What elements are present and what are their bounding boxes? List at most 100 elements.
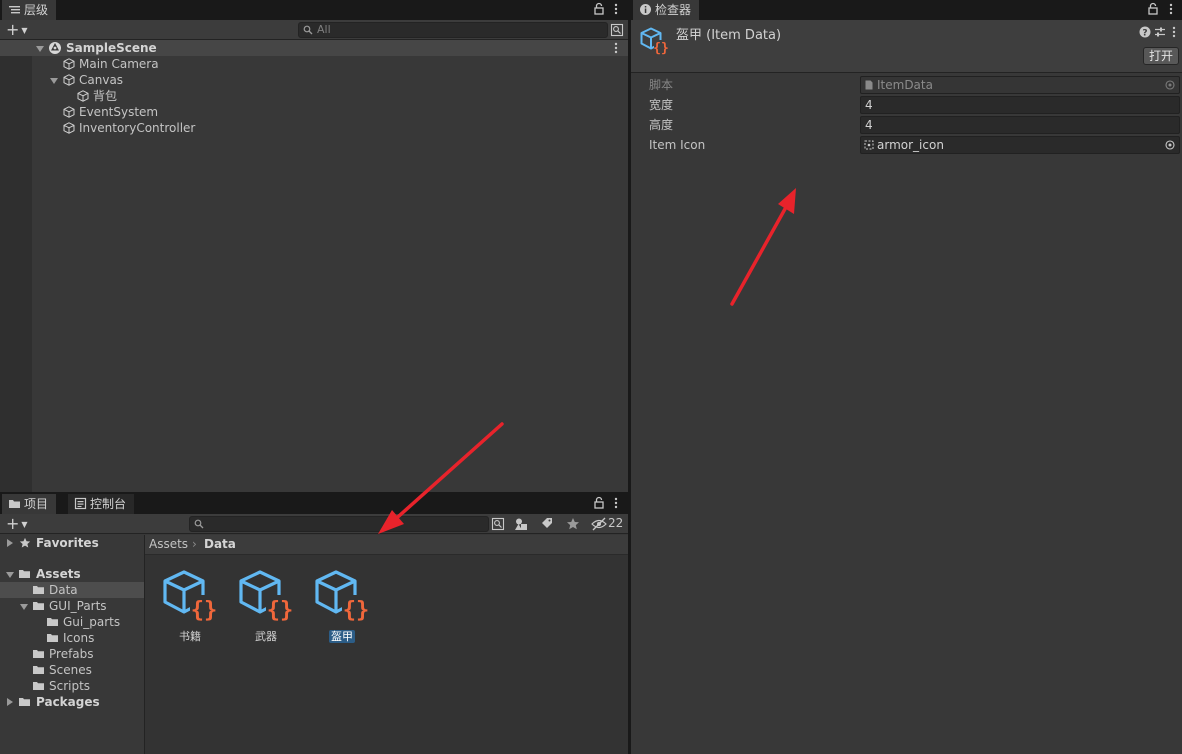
- breadcrumb-separator-icon: ›: [192, 537, 197, 551]
- create-dropdown-button[interactable]: + ▼: [6, 515, 28, 534]
- tree-item-label: Scripts: [49, 679, 91, 693]
- hierarchy-item-inventorycontroller[interactable]: InventoryController: [0, 120, 628, 136]
- console-icon: [74, 497, 87, 510]
- folder-open-icon: [33, 602, 44, 610]
- field-row-item-icon: Item Icon armor_icon: [631, 135, 1182, 155]
- star-icon: [19, 537, 31, 548]
- field-label-script: 脚本: [649, 78, 674, 92]
- favorite-star-icon[interactable]: [566, 517, 580, 531]
- tree-item-gui-parts-sub[interactable]: Gui_parts: [0, 614, 144, 630]
- gameobject-cube-icon: [63, 74, 75, 86]
- hierarchy-item-label: InventoryController: [79, 121, 196, 135]
- folder-icon: [9, 500, 20, 508]
- asset-item-weapon[interactable]: {} 武器: [231, 569, 301, 643]
- width-int-field[interactable]: 4: [860, 96, 1180, 114]
- tree-item-label: Data: [49, 583, 78, 597]
- object-picker-icon: [1165, 80, 1175, 90]
- collapse-arrow-icon[interactable]: [6, 539, 14, 547]
- hierarchy-item-backpack[interactable]: 背包: [0, 88, 628, 104]
- lock-icon[interactable]: [1146, 2, 1160, 16]
- gameobject-cube-icon: [63, 58, 75, 70]
- tree-item-scenes[interactable]: Scenes: [0, 662, 144, 678]
- unity-scene-icon: [49, 42, 61, 54]
- tree-item-label: Assets: [36, 567, 81, 581]
- expand-arrow-icon[interactable]: [36, 45, 44, 53]
- lock-icon[interactable]: [592, 496, 606, 510]
- project-folder-tree: Favorites Assets Data GUI_Parts Gui_part…: [0, 535, 144, 754]
- help-icon[interactable]: ?: [1139, 26, 1151, 38]
- asset-label: 武器: [255, 630, 277, 643]
- search-scope-icon[interactable]: [491, 517, 505, 531]
- tree-item-assets[interactable]: Assets: [0, 566, 144, 582]
- hierarchy-item-eventsystem[interactable]: EventSystem: [0, 104, 628, 120]
- open-button-label: 打开: [1148, 49, 1173, 63]
- expand-arrow-icon[interactable]: [20, 603, 28, 611]
- scene-menu-icon[interactable]: [609, 41, 623, 55]
- svg-text:{}: {}: [653, 41, 669, 56]
- script-value: ItemData: [877, 78, 933, 92]
- hidden-packages-count: 22: [608, 516, 624, 530]
- asset-label: 书籍: [179, 630, 201, 643]
- kebab-menu-icon[interactable]: [1164, 2, 1178, 16]
- object-picker-icon[interactable]: [1165, 140, 1175, 150]
- list-icon: [9, 6, 20, 14]
- folder-open-icon: [19, 570, 30, 578]
- component-menu-icon[interactable]: [1169, 25, 1179, 39]
- search-scope-icon[interactable]: [610, 23, 624, 37]
- filter-by-type-icon[interactable]: [514, 517, 528, 531]
- hierarchy-item-label: Canvas: [79, 73, 124, 87]
- hidden-packages-eye-icon[interactable]: [591, 517, 607, 531]
- tree-item-prefabs[interactable]: Prefabs: [0, 646, 144, 662]
- hierarchy-tabbar: 层级: [0, 0, 628, 20]
- gameobject-cube-icon: [77, 90, 89, 102]
- script-file-icon: [865, 80, 873, 90]
- hierarchy-item-main-camera[interactable]: Main Camera: [0, 56, 628, 72]
- tab-project[interactable]: 项目: [2, 494, 57, 514]
- svg-text:?: ?: [1142, 29, 1147, 39]
- filter-by-label-icon[interactable]: [540, 517, 554, 531]
- tab-console[interactable]: 控制台: [68, 494, 135, 514]
- breadcrumb-data[interactable]: Data: [204, 535, 236, 553]
- hierarchy-item-canvas[interactable]: Canvas: [0, 72, 628, 88]
- height-int-field[interactable]: 4: [860, 116, 1180, 134]
- tree-item-icons[interactable]: Icons: [0, 630, 144, 646]
- kebab-menu-icon[interactable]: [609, 2, 623, 16]
- asset-item-books[interactable]: {} 书籍: [155, 569, 225, 643]
- preset-sliders-icon[interactable]: [1154, 26, 1166, 38]
- scriptable-object-icon: {}: [163, 570, 218, 623]
- gameobject-cube-icon: [63, 106, 75, 118]
- field-label-width: 宽度: [649, 98, 674, 112]
- tree-item-favorites[interactable]: Favorites: [0, 535, 144, 551]
- collapse-arrow-icon[interactable]: [6, 698, 14, 706]
- breadcrumb-assets[interactable]: Assets: [149, 535, 188, 553]
- tree-item-packages[interactable]: Packages: [0, 694, 144, 710]
- tree-item-data[interactable]: Data: [0, 582, 144, 598]
- create-dropdown-button[interactable]: + ▼: [6, 21, 28, 40]
- folder-icon: [33, 650, 44, 658]
- tree-item-label: Favorites: [36, 536, 99, 550]
- hierarchy-search-input[interactable]: All: [298, 22, 608, 38]
- tab-inspector[interactable]: 检查器: [633, 0, 700, 20]
- lock-icon[interactable]: [592, 2, 606, 16]
- unity-editor: 层级 + ▼ All SampleScene Main Camera Canva…: [0, 0, 1182, 754]
- kebab-menu-icon[interactable]: [609, 496, 623, 510]
- project-search-input[interactable]: [189, 516, 489, 532]
- inspector-panel: 检查器 {} 盔甲 (Item Data) ? 打开 脚本 ItemData 宽…: [631, 0, 1182, 754]
- open-button[interactable]: 打开: [1143, 47, 1179, 65]
- project-panel: 项目 控制台 + ▼ 22 Favorites Assets Data GUI_…: [0, 494, 628, 754]
- field-label-height: 高度: [649, 118, 674, 132]
- tree-item-scripts[interactable]: Scripts: [0, 678, 144, 694]
- item-icon-object-field[interactable]: armor_icon: [860, 136, 1180, 154]
- hierarchy-item-label: 背包: [93, 89, 118, 103]
- expand-arrow-icon[interactable]: [50, 77, 58, 85]
- item-icon-value: armor_icon: [877, 138, 944, 152]
- asset-item-armor[interactable]: {} 盔甲: [307, 569, 377, 643]
- expand-arrow-icon[interactable]: [6, 571, 14, 579]
- tab-inspector-label: 检查器: [655, 3, 692, 17]
- breadcrumb: Assets › Data: [145, 535, 628, 555]
- tab-hierarchy[interactable]: 层级: [2, 0, 57, 20]
- hierarchy-scene-row[interactable]: SampleScene: [0, 40, 628, 56]
- tree-item-label: Packages: [36, 695, 100, 709]
- tree-item-gui-parts[interactable]: GUI_Parts: [0, 598, 144, 614]
- folder-icon: [47, 618, 58, 626]
